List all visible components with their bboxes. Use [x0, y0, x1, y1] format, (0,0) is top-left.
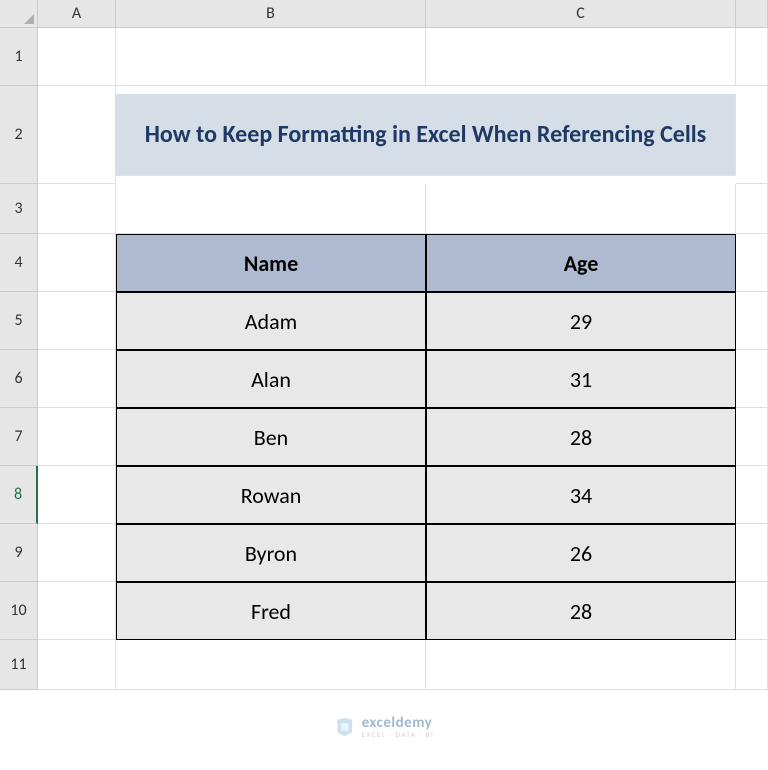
table-row[interactable]: Adam	[116, 292, 426, 350]
cell-d3[interactable]	[736, 184, 768, 234]
row-header-2[interactable]: 2	[0, 86, 38, 184]
row-header-9[interactable]: 9	[0, 524, 38, 582]
table-row[interactable]: 26	[426, 524, 736, 582]
cell-b11[interactable]	[116, 640, 426, 690]
cell-c3[interactable]	[426, 184, 736, 234]
cell-d8[interactable]	[736, 466, 768, 524]
cell-d1[interactable]	[736, 28, 768, 86]
cell-c1[interactable]	[426, 28, 736, 86]
table-row[interactable]: 34	[426, 466, 736, 524]
cell-c11[interactable]	[426, 640, 736, 690]
title-cell[interactable]: How to Keep Formatting in Excel When Ref…	[116, 94, 736, 176]
table-row[interactable]: Ben	[116, 408, 426, 466]
watermark: exceldemy EXCEL · DATA · BI	[334, 716, 435, 738]
row-header-6[interactable]: 6	[0, 350, 38, 408]
row-header-8[interactable]: 8	[0, 466, 38, 524]
watermark-main: exceldemy	[362, 716, 435, 731]
select-all-corner[interactable]	[0, 0, 38, 28]
table-row[interactable]: 29	[426, 292, 736, 350]
col-header-b[interactable]: B	[116, 0, 426, 28]
row-header-7[interactable]: 7	[0, 408, 38, 466]
row-header-11[interactable]: 11	[0, 640, 38, 690]
row-header-10[interactable]: 10	[0, 582, 38, 640]
table-row[interactable]: Fred	[116, 582, 426, 640]
watermark-sub: EXCEL · DATA · BI	[362, 731, 435, 738]
row-header-1[interactable]: 1	[0, 28, 38, 86]
row-header-5[interactable]: 5	[0, 292, 38, 350]
cell-a10[interactable]	[38, 582, 116, 640]
row-header-4[interactable]: 4	[0, 234, 38, 292]
table-row[interactable]: 28	[426, 408, 736, 466]
cell-d2[interactable]	[736, 86, 768, 184]
table-row[interactable]: Rowan	[116, 466, 426, 524]
table-header-age[interactable]: Age	[426, 234, 736, 292]
cell-a9[interactable]	[38, 524, 116, 582]
watermark-text: exceldemy EXCEL · DATA · BI	[362, 716, 435, 738]
cell-a3[interactable]	[38, 184, 116, 234]
table-row[interactable]: 28	[426, 582, 736, 640]
col-header-extra[interactable]	[736, 0, 768, 28]
table-row[interactable]: 31	[426, 350, 736, 408]
table-header-name[interactable]: Name	[116, 234, 426, 292]
cell-d6[interactable]	[736, 350, 768, 408]
cell-a2[interactable]	[38, 86, 116, 184]
cell-d9[interactable]	[736, 524, 768, 582]
col-header-c[interactable]: C	[426, 0, 736, 28]
cell-a7[interactable]	[38, 408, 116, 466]
cell-a1[interactable]	[38, 28, 116, 86]
cell-a5[interactable]	[38, 292, 116, 350]
cell-b3[interactable]	[116, 184, 426, 234]
cell-d4[interactable]	[736, 234, 768, 292]
table-row[interactable]: Alan	[116, 350, 426, 408]
cell-a6[interactable]	[38, 350, 116, 408]
cell-d10[interactable]	[736, 582, 768, 640]
cell-d7[interactable]	[736, 408, 768, 466]
spreadsheet-grid: A B C 1 2 How to Keep Formatting in Exce…	[0, 0, 768, 690]
cell-b1[interactable]	[116, 28, 426, 86]
cell-a11[interactable]	[38, 640, 116, 690]
cell-a8[interactable]	[38, 466, 116, 524]
row-header-3[interactable]: 3	[0, 184, 38, 234]
cell-d11[interactable]	[736, 640, 768, 690]
exceldemy-logo-icon	[334, 716, 356, 738]
cell-d5[interactable]	[736, 292, 768, 350]
col-header-a[interactable]: A	[38, 0, 116, 28]
table-row[interactable]: Byron	[116, 524, 426, 582]
cell-a4[interactable]	[38, 234, 116, 292]
